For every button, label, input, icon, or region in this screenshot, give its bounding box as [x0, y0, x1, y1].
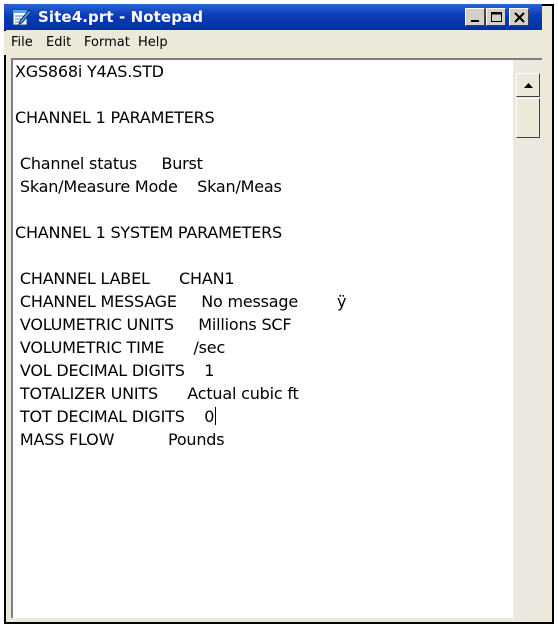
scroll-up-button[interactable]: [516, 73, 540, 97]
menu-format[interactable]: Format: [84, 35, 130, 51]
document-text[interactable]: XGS868i Y4AS.STD CHANNEL 1 PARAMETERS Cha…: [15, 60, 513, 618]
menu-bar: File Edit Format Help: [4, 31, 542, 55]
close-button[interactable]: [509, 8, 529, 26]
text-line[interactable]: CHANNEL 1 PARAMETERS: [15, 106, 513, 129]
text-line[interactable]: VOLUMETRIC TIME /sec: [15, 336, 513, 359]
vertical-scrollbar[interactable]: [513, 60, 542, 618]
text-editor[interactable]: XGS868i Y4AS.STD CHANNEL 1 PARAMETERS Cha…: [11, 58, 542, 618]
text-line[interactable]: Skan/Measure Mode Skan/Meas: [15, 175, 513, 198]
window-title: Site4.prt - Notepad: [38, 8, 204, 26]
text-caret: [215, 407, 217, 425]
text-line[interactable]: VOL DECIMAL DIGITS 1: [15, 359, 513, 382]
minimize-button[interactable]: [465, 8, 485, 26]
text-line[interactable]: CHANNEL 1 SYSTEM PARAMETERS: [15, 221, 513, 244]
text-line[interactable]: [15, 244, 513, 267]
text-line[interactable]: TOT DECIMAL DIGITS 0: [15, 405, 513, 428]
text-line[interactable]: [15, 129, 513, 152]
text-line[interactable]: MASS FLOW Pounds: [15, 428, 513, 451]
text-line[interactable]: Channel status Burst: [15, 152, 513, 175]
text-line[interactable]: [15, 198, 513, 221]
text-line[interactable]: [15, 83, 513, 106]
scroll-thumb[interactable]: [516, 98, 540, 138]
menu-file[interactable]: File: [11, 35, 33, 51]
text-line[interactable]: CHANNEL MESSAGE No message ÿ: [15, 290, 513, 313]
title-bar[interactable]: Site4.prt - Notepad: [4, 4, 542, 30]
text-line[interactable]: CHANNEL LABEL CHAN1: [15, 267, 513, 290]
maximize-button[interactable]: [486, 8, 506, 26]
text-line[interactable]: TOTALIZER UNITS Actual cubic ft: [15, 382, 513, 405]
notepad-icon[interactable]: [10, 7, 32, 27]
text-line[interactable]: XGS868i Y4AS.STD: [15, 60, 513, 83]
menu-edit[interactable]: Edit: [46, 35, 71, 51]
text-line[interactable]: VOLUMETRIC UNITS Millions SCF: [15, 313, 513, 336]
menu-help[interactable]: Help: [138, 35, 168, 51]
